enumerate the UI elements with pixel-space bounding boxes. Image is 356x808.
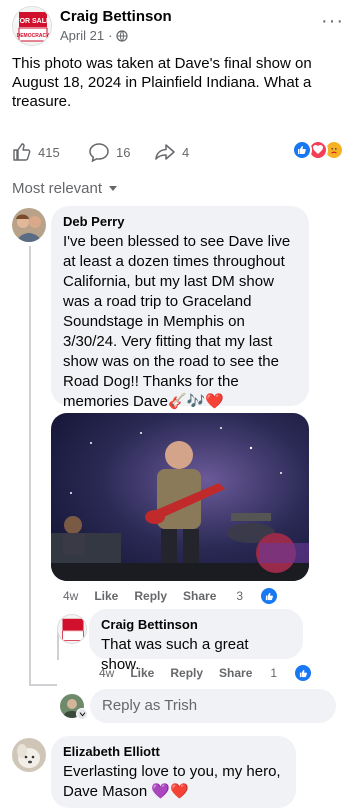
globe-icon xyxy=(116,29,129,42)
avatar-craig-bettinson[interactable] xyxy=(57,614,87,644)
post-meta: April 21 · xyxy=(60,28,129,43)
thread-line-branch xyxy=(29,684,57,686)
thumbs-up-icon xyxy=(13,143,31,161)
commenter-name[interactable]: Craig Bettinson xyxy=(101,617,291,633)
comment-bubble-deb-perry: Deb Perry I've been blessed to see Dave … xyxy=(51,206,309,410)
post-header: FOR SALE DEMOCRACY Craig Bettinson April… xyxy=(12,6,344,46)
comment-like-count[interactable]: 3 xyxy=(236,588,293,604)
concert-photo[interactable] xyxy=(51,413,309,581)
like-count-number: 1 xyxy=(270,666,278,680)
reaction-icons[interactable] xyxy=(292,140,344,160)
comment-like-button[interactable]: Like xyxy=(94,589,118,603)
comment-share-button[interactable]: Share xyxy=(219,666,252,680)
comment-bubble-elizabeth-elliott: Elizabeth Elliott Everlasting love to yo… xyxy=(51,736,296,808)
thread-line xyxy=(29,246,31,686)
comment-time: 4w xyxy=(63,589,79,603)
comment-action[interactable]: 16 xyxy=(88,142,130,162)
like-badge-icon xyxy=(295,665,312,681)
comment-actions-deb-perry: 4w Like Reply Share 3 xyxy=(63,588,309,604)
share-action[interactable]: 4 xyxy=(154,142,189,162)
comment-like-button[interactable]: Like xyxy=(130,666,154,680)
avatar-switch-chevron-icon[interactable] xyxy=(76,708,88,720)
like-count-number: 3 xyxy=(236,589,244,603)
avatar-deb-perry[interactable] xyxy=(12,208,46,242)
post-date[interactable]: April 21 xyxy=(60,28,104,43)
comment-actions-craig-bettinson: 4w Like Reply Share 1 xyxy=(99,665,343,681)
concert-photo-image xyxy=(51,413,309,581)
sign-democracy-text: DEMOCRACY xyxy=(17,33,50,39)
comment-count: 16 xyxy=(116,144,131,160)
post-text: This photo was taken at Dave's final sho… xyxy=(12,55,312,110)
like-badge-icon xyxy=(261,588,278,604)
avatar-elizabeth-elliott[interactable] xyxy=(12,738,46,772)
more-options-icon[interactable]: ··· xyxy=(321,10,344,33)
comment-share-button[interactable]: Share xyxy=(183,589,216,603)
commenter-name[interactable]: Elizabeth Elliott xyxy=(63,744,284,760)
comment-bubble-craig-bettinson: Craig Bettinson That was such a great sh… xyxy=(89,609,303,673)
comment-reply-button[interactable]: Reply xyxy=(134,589,167,603)
sign-for-sale-text: FOR SALE xyxy=(15,18,51,25)
comment-reply-button[interactable]: Reply xyxy=(170,666,203,680)
reply-input[interactable]: Reply as Trish xyxy=(90,689,336,723)
comment-like-count[interactable]: 1 xyxy=(270,665,327,681)
post-actions-bar: 415 16 4 xyxy=(12,140,344,166)
commenter-name[interactable]: Deb Perry xyxy=(63,214,297,230)
sort-label: Most relevant xyxy=(12,180,103,197)
caret-down-icon xyxy=(109,185,118,191)
like-action[interactable]: 415 xyxy=(12,142,60,162)
comment-text: I've been blessed to see Dave live at le… xyxy=(63,233,291,410)
like-reaction-icon xyxy=(292,140,312,160)
poster-name[interactable]: Craig Bettinson xyxy=(60,8,172,25)
share-count: 4 xyxy=(182,144,190,160)
sort-comments-dropdown[interactable]: Most relevant xyxy=(12,180,118,197)
meta-separator: · xyxy=(108,28,113,43)
poster-avatar[interactable]: FOR SALE DEMOCRACY xyxy=(12,6,52,46)
for-sale-sign-image: FOR SALE DEMOCRACY xyxy=(13,7,51,45)
comment-text: Everlasting love to you, my hero, Dave M… xyxy=(63,763,281,800)
comment-time: 4w xyxy=(99,666,115,680)
comment-icon xyxy=(89,143,109,162)
share-icon xyxy=(155,144,175,160)
like-count: 415 xyxy=(38,144,60,160)
